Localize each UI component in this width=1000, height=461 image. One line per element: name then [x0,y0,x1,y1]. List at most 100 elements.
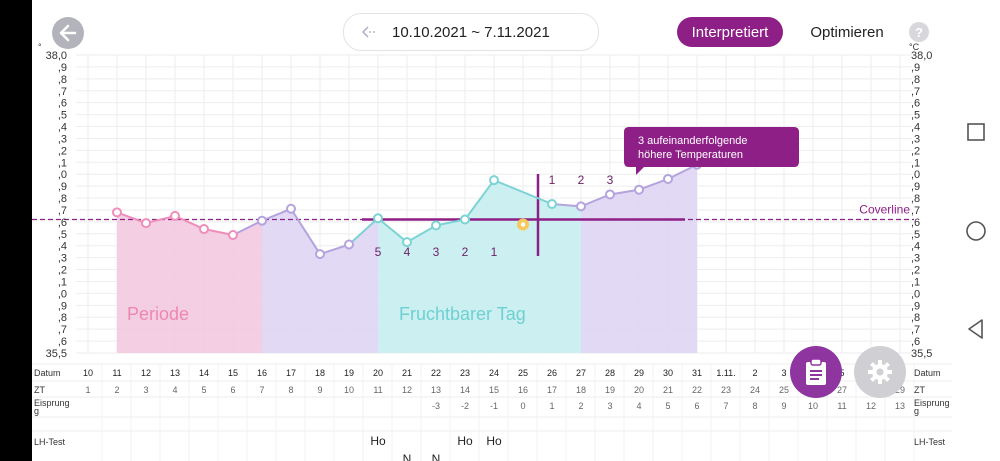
temp-point [663,173,673,184]
y-tick-label: ,3 [58,253,67,265]
y-tick-label: ,7 [911,324,920,336]
y-tick-label: ,9 [58,300,67,312]
y-tick-label: ,7 [58,324,67,336]
y-tick-label: ,6 [911,336,920,348]
temp-point [547,199,557,209]
cycle-day-cell: 1 [85,385,90,395]
y-tick-label: ,7 [911,205,920,217]
optimize-button[interactable]: Optimieren [794,17,900,47]
y-axis-left: °38,0,9,8,7,6,5,4,3,2,1,0,9,8,7,6,5,4,3,… [38,42,67,360]
ovulation-row-label: g [914,406,919,416]
cycle-day-cell: 20 [634,385,644,395]
y-tick-label: ,8 [911,74,920,86]
cycle-day-cell: 8 [288,385,293,395]
y-tick-label: ,0 [58,288,67,300]
temp-point [199,224,209,235]
date-cell: 23 [460,368,470,378]
y-tick-label: ,4 [911,241,920,253]
tooltip-text: 3 aufeinanderfolgende [638,135,747,147]
cycle-day-cell: 7 [259,385,264,395]
y-tick-label: ,6 [911,217,920,229]
low-count-label: 5 [375,245,382,259]
y-tick-label: ,7 [58,205,67,217]
date-cell: 28 [605,368,615,378]
period-label: Periode [127,304,189,324]
date-cell: 10 [83,368,93,378]
interpreted-button[interactable]: Interpretiert [677,17,783,47]
cycle-day-cell: 5 [201,385,206,395]
y-tick-label: 38,0 [46,50,67,62]
app-window: Periode Fruchtbarer Tag Coverline 5 4 3 2 1 1 2 3 3… [32,0,952,461]
ovulation-day-cell: 4 [636,401,641,411]
temp-point [634,184,644,195]
y-tick-label: ,8 [911,312,920,324]
y-tick-label: ,6 [58,98,67,110]
y-tick-label: ,8 [58,193,67,205]
cycle-day-cell: 3 [143,385,148,395]
help-icon[interactable]: ? [909,22,929,42]
date-cell: 1.11. [716,368,735,378]
arrow-left-icon [59,24,77,42]
low-count-label: 3 [433,245,440,259]
y-tick-label: ,4 [911,122,920,134]
home-icon[interactable] [964,219,988,243]
cycle-day-cell: 22 [692,385,702,395]
cycle-day-cell: 15 [489,385,499,395]
recent-apps-icon[interactable] [964,120,988,144]
cycle-day-cell: 19 [605,385,615,395]
y-tick-label: ,5 [911,110,920,122]
y-tick-label: ,6 [58,217,67,229]
y-unit-left: ° [38,42,42,52]
notes-button[interactable] [790,346,842,398]
y-tick-label: ,3 [911,133,920,145]
gear-icon [868,360,892,384]
y-tick-label: 35,5 [46,348,67,360]
cycle-day-cell: 14 [460,385,470,395]
y-tick-label: ,4 [58,122,67,134]
cycle-day-cell: 25 [779,385,789,395]
y-tick-label: ,2 [58,145,67,157]
ovulation-day-cell: 8 [752,401,757,411]
cycle-day-row-label: ZT [34,385,45,395]
y-tick-label: ,1 [911,157,920,169]
y-tick-label: ,9 [911,300,920,312]
y-tick-label: ,5 [58,110,67,122]
date-cell: 19 [344,368,354,378]
ovulation-row-label: Eisprung [914,398,950,408]
ovulation-day-cell: -3 [432,401,440,411]
cycle-day-cell: 10 [344,385,354,395]
cycle-day-cell: 11 [373,385,382,395]
date-cell: 15 [228,368,238,378]
coverline-label: Coverline [859,202,910,216]
date-cell: 3 [781,368,786,378]
cycle-day-cell: 6 [230,385,235,395]
y-tick-label: ,0 [911,288,920,300]
y-tick-label: ,7 [58,86,67,98]
y-tick-label: ,6 [911,98,920,110]
cycle-day-cell: 23 [721,385,731,395]
date-row-label: Datum [34,368,61,378]
ovulation-day-cell: 12 [866,401,876,411]
date-cell: 18 [315,368,325,378]
ovulation-row-label: Eisprung [34,398,70,408]
ovulation-day-cell: 1 [549,401,554,411]
tooltip-text: höhere Temperaturen [638,149,743,161]
high-count-label: 2 [578,173,585,187]
lh-cell: Ho [457,434,473,448]
y-axis-right: °C38,0,9,8,7,6,5,4,3,2,1,0,9,8,7,6,5,4,3… [909,42,932,360]
lh-cell: N [432,452,441,461]
clipboard-icon [806,358,826,385]
cycle-day-cell: 4 [172,385,177,395]
temp-point [576,201,586,212]
back-nav-icon[interactable] [964,317,988,341]
temp-point [402,237,412,248]
settings-button[interactable] [854,346,906,398]
temp-point [141,218,151,229]
back-button[interactable] [52,17,84,49]
ovulation-day-cell: 10 [808,401,818,411]
ovulation-day-cell: -1 [490,401,498,411]
date-range-selector[interactable]: 10.10.2021 ~ 7.11.2021 [343,13,599,51]
temp-point [112,207,122,218]
y-tick-label: ,6 [58,336,67,348]
date-cell: 21 [402,368,412,378]
